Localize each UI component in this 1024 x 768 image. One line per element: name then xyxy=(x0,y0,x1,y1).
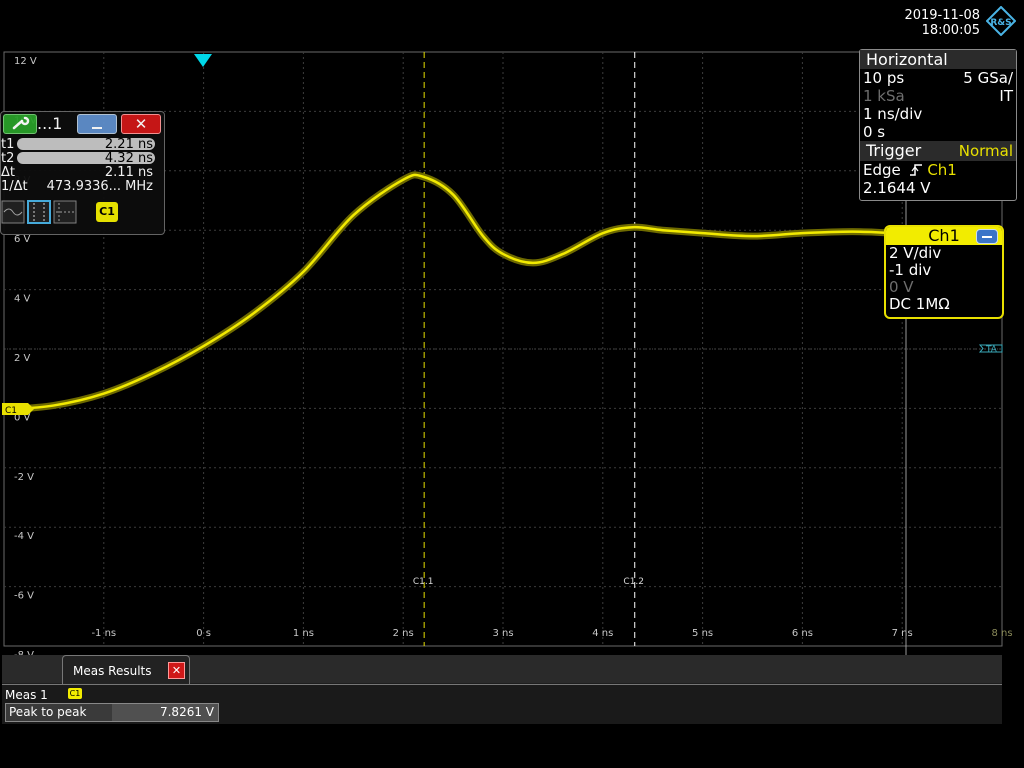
resolution-value: 10 ps xyxy=(863,69,905,87)
t2-label: t2 xyxy=(1,151,15,166)
wrench-button[interactable] xyxy=(3,114,37,134)
t2-value: 4.32 ns xyxy=(104,151,153,166)
x-tick-label: 8 ns xyxy=(991,628,1012,639)
cursor-label-2: C1.2 xyxy=(623,577,644,587)
channel1-header[interactable]: Ch1 xyxy=(886,227,1002,245)
x-tick-label: 1 ns xyxy=(293,628,314,639)
cursor-mode-both-icon[interactable] xyxy=(53,200,77,224)
cursor-mode-horizontal-icon[interactable] xyxy=(1,200,25,224)
x-axis-labels: -1 ns 0 s 1 ns 2 ns 3 ns 4 ns 5 ns 6 ns 7 ns 8 ns xyxy=(91,628,1012,639)
y-tick-label: -4 V xyxy=(14,531,34,542)
dt-value: 2.11 ns xyxy=(104,165,153,180)
channel1-panel[interactable]: Ch1 2 V/div -1 div 0 V DC 1MΩ xyxy=(884,225,1004,319)
cursor-measurement-panel[interactable]: ...1 ✕ t1 2.21 ns t2 4.32 ns Δt 2.11 ns … xyxy=(0,111,165,235)
cursor-mode-vertical-icon[interactable] xyxy=(27,200,51,224)
x-tick-label: 7 ns xyxy=(892,628,913,639)
trigger-level-row: 2.1644 V xyxy=(860,179,1016,197)
position-row: 0 s xyxy=(860,123,1016,141)
cursor-source-badge[interactable]: C1 xyxy=(96,202,118,222)
wrench-icon xyxy=(12,116,30,130)
channel-offset-v: 0 V xyxy=(889,278,914,296)
x-tick-label: 5 ns xyxy=(692,628,713,639)
y-tick-label: 6 V xyxy=(14,234,31,245)
channel-coupling: DC 1MΩ xyxy=(889,295,950,313)
rs-logo-icon: R&S xyxy=(986,6,1016,36)
meas-close-button[interactable]: ✕ xyxy=(168,662,185,679)
horizontal-trigger-panel[interactable]: Horizontal 10 ps 5 GSa/ 1 kSa IT 1 ns/di… xyxy=(859,49,1017,201)
cursor-panel-title: ...1 xyxy=(37,114,63,133)
inv-dt-value: 473.9336... MHz xyxy=(46,179,153,194)
dt-row: Δt 2.11 ns xyxy=(1,166,161,179)
channel-scale: 2 V/div xyxy=(889,244,942,262)
svg-text:C1: C1 xyxy=(5,406,17,416)
meas-result-row[interactable]: Peak to peak 7.8261 V xyxy=(5,703,219,722)
datetime-display: 2019-11-08 18:00:05 xyxy=(904,8,980,38)
sample-rate-value: 5 GSa/ xyxy=(963,69,1013,87)
rising-edge-icon xyxy=(909,164,922,176)
svg-text:TA: TA xyxy=(985,345,998,355)
x-tick-label: 2 ns xyxy=(393,628,414,639)
t2-row: t2 4.32 ns xyxy=(1,152,161,165)
x-tick-label: 4 ns xyxy=(592,628,613,639)
meas-results-body: Meas 1 C1 Peak to peak 7.8261 V xyxy=(2,684,1002,724)
t1-label: t1 xyxy=(1,137,15,152)
meas-name: Meas 1 xyxy=(5,688,48,702)
measurement-results-panel: Meas Results ✕ Meas 1 C1 Peak to peak 7.… xyxy=(2,655,1002,724)
meas-source-badge: C1 xyxy=(68,688,82,699)
cursor-label-1: C1.1 xyxy=(413,577,434,587)
t1-value: 2.21 ns xyxy=(104,137,153,152)
meas-row-label: Peak to peak xyxy=(9,705,87,719)
trigger-title: Trigger xyxy=(866,141,922,160)
date-text: 2019-11-08 xyxy=(904,8,980,23)
inv-dt-label: 1/Δt xyxy=(1,179,28,194)
resolution-row: 10 ps 5 GSa/ xyxy=(860,69,1016,87)
time-text: 18:00:05 xyxy=(921,23,980,38)
x-tick-label: -1 ns xyxy=(91,628,116,639)
y-tick-label: 12 V xyxy=(14,56,37,67)
trigger-level: 2.1644 V xyxy=(863,179,931,197)
horizontal-title[interactable]: Horizontal xyxy=(860,50,1016,69)
position-value: 0 s xyxy=(863,123,886,141)
trigger-source: Ch1 xyxy=(927,161,957,179)
svg-text:R&S: R&S xyxy=(990,18,1011,28)
inv-dt-row: 1/Δt 473.9336... MHz xyxy=(1,180,161,193)
meas-tab-label: Meas Results xyxy=(73,664,152,678)
channel1-minimize-button[interactable] xyxy=(976,229,998,244)
t1-row: t1 2.21 ns xyxy=(1,138,161,151)
minimize-button[interactable] xyxy=(77,114,117,134)
trigger-level-marker[interactable]: TA xyxy=(978,344,1003,355)
channel1-name: Ch1 xyxy=(928,226,960,245)
trigger-header[interactable]: Trigger Normal xyxy=(860,141,1016,161)
dt-label: Δt xyxy=(1,165,15,180)
y-tick-label: -6 V xyxy=(14,591,34,602)
x-tick-label: 0 s xyxy=(196,628,211,639)
trigger-type: Edge xyxy=(863,161,901,179)
trigger-mode: Normal xyxy=(958,142,1013,160)
trigger-position-marker[interactable] xyxy=(194,54,212,67)
record-length-row: 1 kSa IT xyxy=(860,87,1016,105)
channel-offset-div: -1 div xyxy=(889,261,932,279)
y-tick-label: 2 V xyxy=(14,353,31,364)
trigger-type-row: Edge Ch1 xyxy=(860,161,1016,179)
x-tick-label: 3 ns xyxy=(492,628,513,639)
time-scale-row: 1 ns/div xyxy=(860,105,1016,123)
record-length-value: 1 kSa xyxy=(863,87,905,105)
close-button[interactable]: ✕ xyxy=(121,114,161,134)
meas-row-value: 7.8261 V xyxy=(159,705,214,719)
cursor-mode-buttons xyxy=(1,200,81,224)
acq-mode-value: IT xyxy=(999,87,1013,105)
x-tick-label: 6 ns xyxy=(792,628,813,639)
y-tick-label: 4 V xyxy=(14,294,31,305)
y-tick-label: -2 V xyxy=(14,472,34,483)
time-scale-value: 1 ns/div xyxy=(863,105,923,123)
